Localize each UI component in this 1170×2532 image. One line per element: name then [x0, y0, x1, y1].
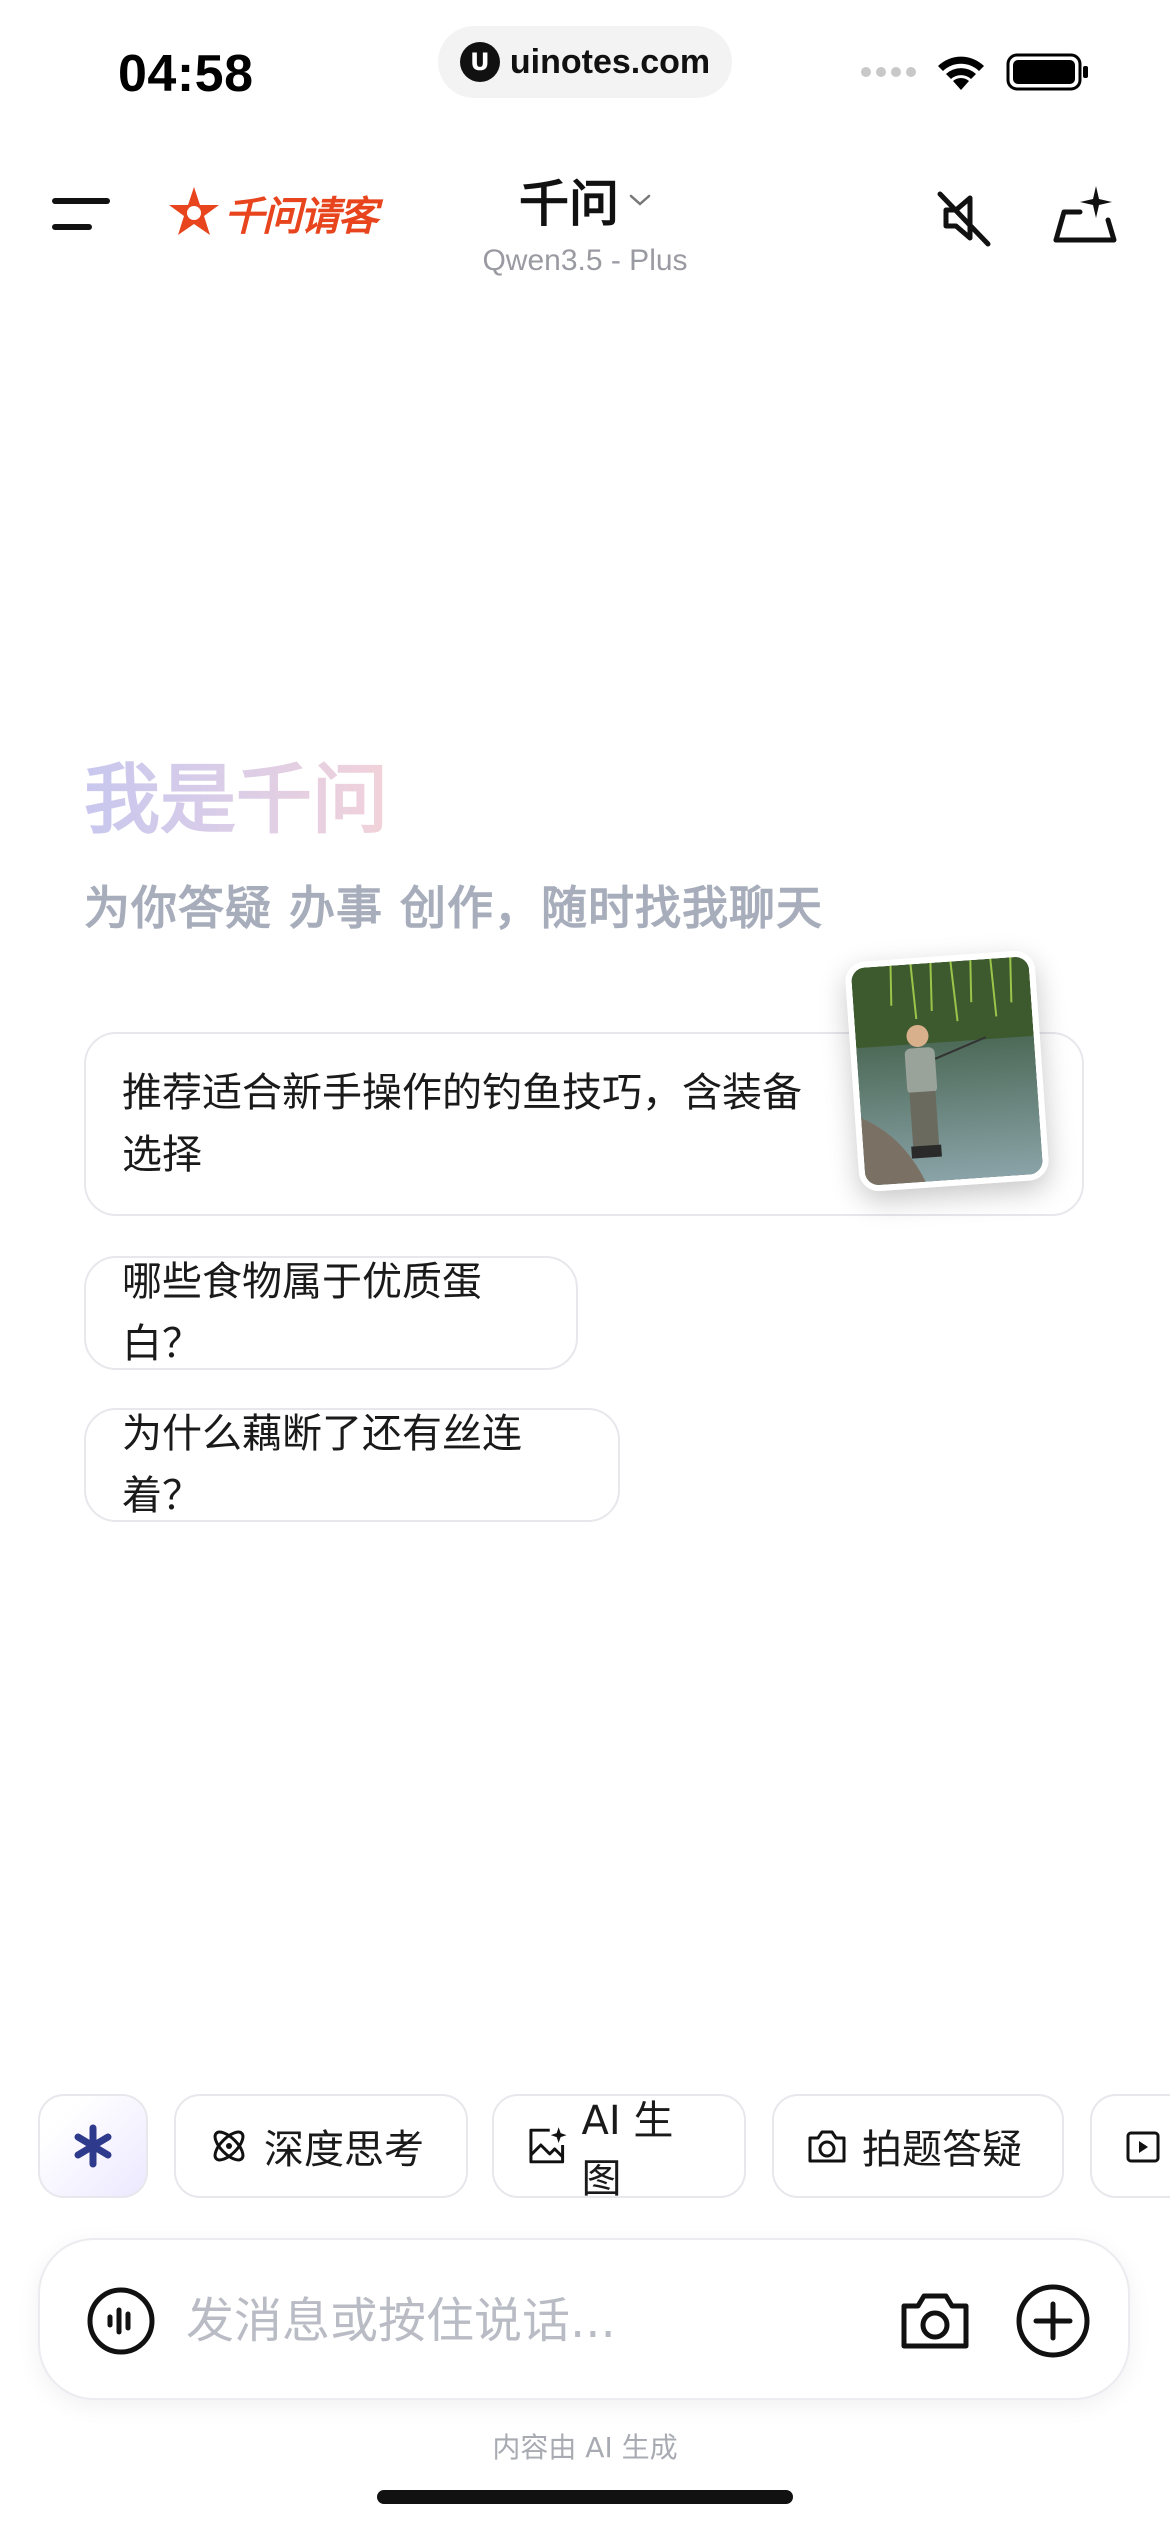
url-text: uinotes.com	[509, 42, 711, 81]
menu-button[interactable]	[52, 190, 116, 240]
brand-name: 千问请客	[224, 194, 378, 240]
camera-button[interactable]	[896, 2282, 974, 2360]
assistant-mode-chip[interactable]	[38, 2094, 148, 2198]
deep-thinking-chip[interactable]: 深度思考	[174, 2094, 468, 2198]
suggestion-card[interactable]: 为什么藕断了还有丝连着？	[84, 1408, 620, 1522]
photo-answer-chip[interactable]: 拍题答疑	[772, 2094, 1064, 2198]
brand-star-icon	[169, 187, 219, 235]
chip-label: AI 生图	[581, 2098, 674, 2202]
speaker-muted-icon	[937, 191, 991, 247]
greeting-title: 我是千问	[84, 738, 388, 848]
ai-image-chip[interactable]: AI 生图	[492, 2094, 746, 2202]
video-icon	[1126, 2131, 1160, 2163]
plus-circle-icon	[1016, 2284, 1090, 2358]
more-tools-chip[interactable]	[1090, 2094, 1170, 2198]
chip-label: 拍题答疑	[862, 2127, 1022, 2173]
fishing-photo	[844, 949, 1050, 1193]
suggestion-text: 哪些食物属于优质蛋白？	[122, 1259, 482, 1367]
mute-button[interactable]	[928, 182, 1000, 254]
brand-logo[interactable]: 千问请客	[166, 184, 378, 242]
suggestion-text: 为什么藕断了还有丝连着？	[122, 1411, 522, 1519]
chevron-down-icon	[629, 194, 651, 206]
sparkle-box-icon	[1053, 186, 1117, 243]
model-name: 千问	[519, 175, 619, 233]
voice-input-button[interactable]	[86, 2286, 156, 2356]
message-composer	[38, 2238, 1130, 2400]
model-version: Qwen3.5 - Plus	[482, 244, 688, 277]
suggestion-text: 推荐适合新手操作的钓鱼技巧，含装备选择	[122, 1070, 802, 1178]
wifi-icon	[938, 56, 984, 90]
greeting-subtitle: 为你答疑 办事 创作，随时找我聊天	[84, 881, 824, 935]
site-logo-icon: U	[459, 42, 500, 82]
attach-button[interactable]	[1014, 2282, 1092, 2360]
new-chat-button[interactable]	[1050, 182, 1122, 254]
battery-icon	[1006, 53, 1088, 91]
app-screen: 04:58 U uinotes.com 千问请客 千问 Qwen3.5 - Pl…	[0, 0, 1170, 2532]
status-indicators	[861, 52, 1090, 92]
atom-icon	[213, 2130, 245, 2162]
status-time: 04:58	[118, 45, 254, 103]
camera-icon	[901, 2293, 969, 2349]
voice-wave-icon	[87, 2287, 155, 2355]
chip-label: 深度思考	[264, 2127, 424, 2173]
model-selector[interactable]: 千问 Qwen3.5 - Plus	[470, 164, 700, 278]
suggestion-card[interactable]: 哪些食物属于优质蛋白？	[84, 1256, 578, 1370]
image-sparkle-icon	[529, 2127, 567, 2164]
asterisk-icon	[74, 2124, 112, 2168]
cellular-signal-icon	[861, 67, 916, 77]
url-pill[interactable]: U uinotes.com	[438, 26, 732, 98]
ai-disclaimer: 内容由 AI 生成	[492, 2431, 678, 2464]
message-input[interactable]	[186, 2286, 746, 2356]
home-indicator[interactable]	[377, 2490, 793, 2504]
camera-icon	[808, 2130, 846, 2163]
